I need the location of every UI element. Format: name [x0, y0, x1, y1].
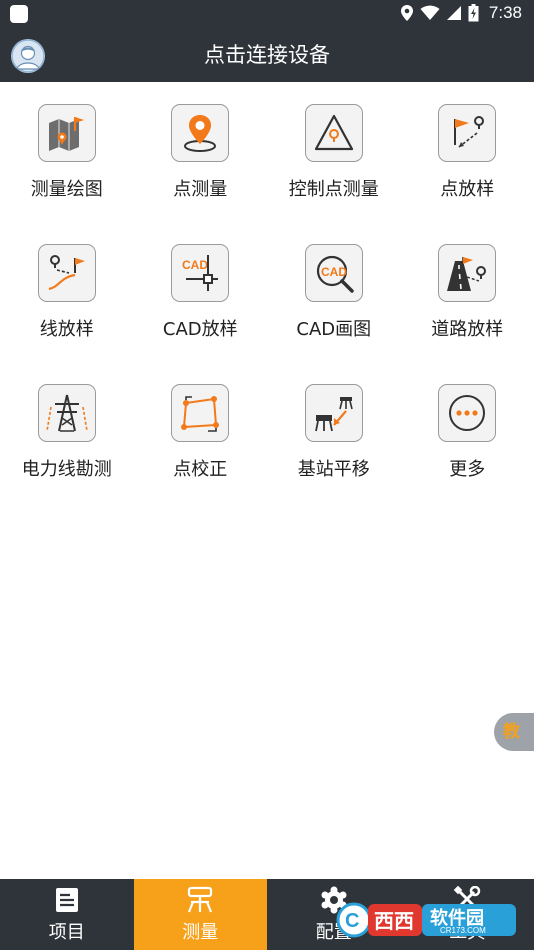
- tool-road-stakeout[interactable]: 道路放样: [401, 240, 534, 380]
- tool-control-point[interactable]: 控制点测量: [267, 100, 401, 240]
- svg-text:CAD: CAD: [321, 265, 347, 279]
- tool-label: 基站平移: [297, 459, 370, 480]
- svg-text:CAD: CAD: [182, 258, 208, 272]
- watermark-subtext: CR173.COM: [440, 926, 486, 935]
- point-survey-icon: [171, 104, 230, 162]
- app-header: 点击连接设备: [0, 28, 534, 82]
- tool-label: 测量绘图: [30, 179, 103, 200]
- tool-power-line[interactable]: 电力线勘测: [0, 380, 134, 520]
- tool-cad-stakeout[interactable]: CAD CAD放样: [134, 240, 268, 380]
- cad-drawing-icon: CAD: [304, 244, 363, 302]
- line-stakeout-icon: [37, 244, 96, 302]
- point-stakeout-icon: [438, 104, 497, 162]
- cad-stakeout-icon: CAD: [171, 244, 230, 302]
- page-title: 点击连接设备: [204, 43, 330, 67]
- location-icon: [400, 5, 413, 21]
- tool-point-survey[interactable]: 点测量: [134, 100, 268, 240]
- wifi-icon: [420, 5, 440, 20]
- base-shift-icon: [304, 384, 363, 442]
- tutorial-button[interactable]: 教: [494, 713, 534, 751]
- survey-icon: [188, 886, 213, 912]
- tool-label: 点校正: [173, 459, 228, 480]
- tool-map-draw[interactable]: 测量绘图: [0, 100, 134, 240]
- tool-label: 道路放样: [431, 319, 504, 340]
- tool-point-stakeout[interactable]: 点放样: [401, 100, 534, 240]
- nav-item-survey[interactable]: 测量: [133, 879, 267, 950]
- tool-more[interactable]: 更多: [401, 380, 534, 520]
- tool-label: 线放样: [39, 319, 94, 340]
- tool-grid: 测量绘图 点测量 控制点测量 点放样 线放样 CAD CAD放样 CAD CAD…: [0, 100, 534, 520]
- signal-icon: [446, 6, 461, 20]
- point-calibration-icon: [171, 384, 230, 442]
- road-stakeout-icon: [438, 244, 497, 302]
- more-icon: [438, 384, 497, 442]
- tool-label: 电力线勘测: [21, 459, 112, 480]
- notification-icon: [10, 5, 28, 23]
- status-bar: 7:38: [0, 0, 534, 28]
- watermark-logo: C 西西 软件园 CR173.COM: [334, 898, 518, 942]
- svg-text:西西: 西西: [374, 909, 414, 933]
- tool-point-calibration[interactable]: 点校正: [134, 380, 268, 520]
- nav-item-project[interactable]: 项目: [0, 879, 134, 950]
- tool-label: 点放样: [440, 179, 495, 200]
- nav-label: 项目: [48, 921, 85, 943]
- tool-label: 更多: [449, 459, 486, 480]
- tool-cad-drawing[interactable]: CAD CAD画图: [267, 240, 401, 380]
- control-point-icon: [304, 104, 363, 162]
- tool-line-stakeout[interactable]: 线放样: [0, 240, 134, 380]
- tool-label: 控制点测量: [288, 179, 379, 200]
- map-draw-icon: [37, 104, 96, 162]
- svg-text:C: C: [345, 910, 359, 932]
- tool-label: CAD放样: [162, 319, 238, 340]
- nav-label: 测量: [182, 921, 219, 943]
- battery-icon: [468, 4, 479, 22]
- tool-label: 点测量: [173, 179, 228, 200]
- clock: 7:38: [488, 3, 522, 22]
- power-line-icon: [37, 384, 96, 442]
- project-icon: [55, 887, 78, 912]
- tool-label: CAD画图: [296, 319, 372, 340]
- tool-base-shift[interactable]: 基站平移: [267, 380, 401, 520]
